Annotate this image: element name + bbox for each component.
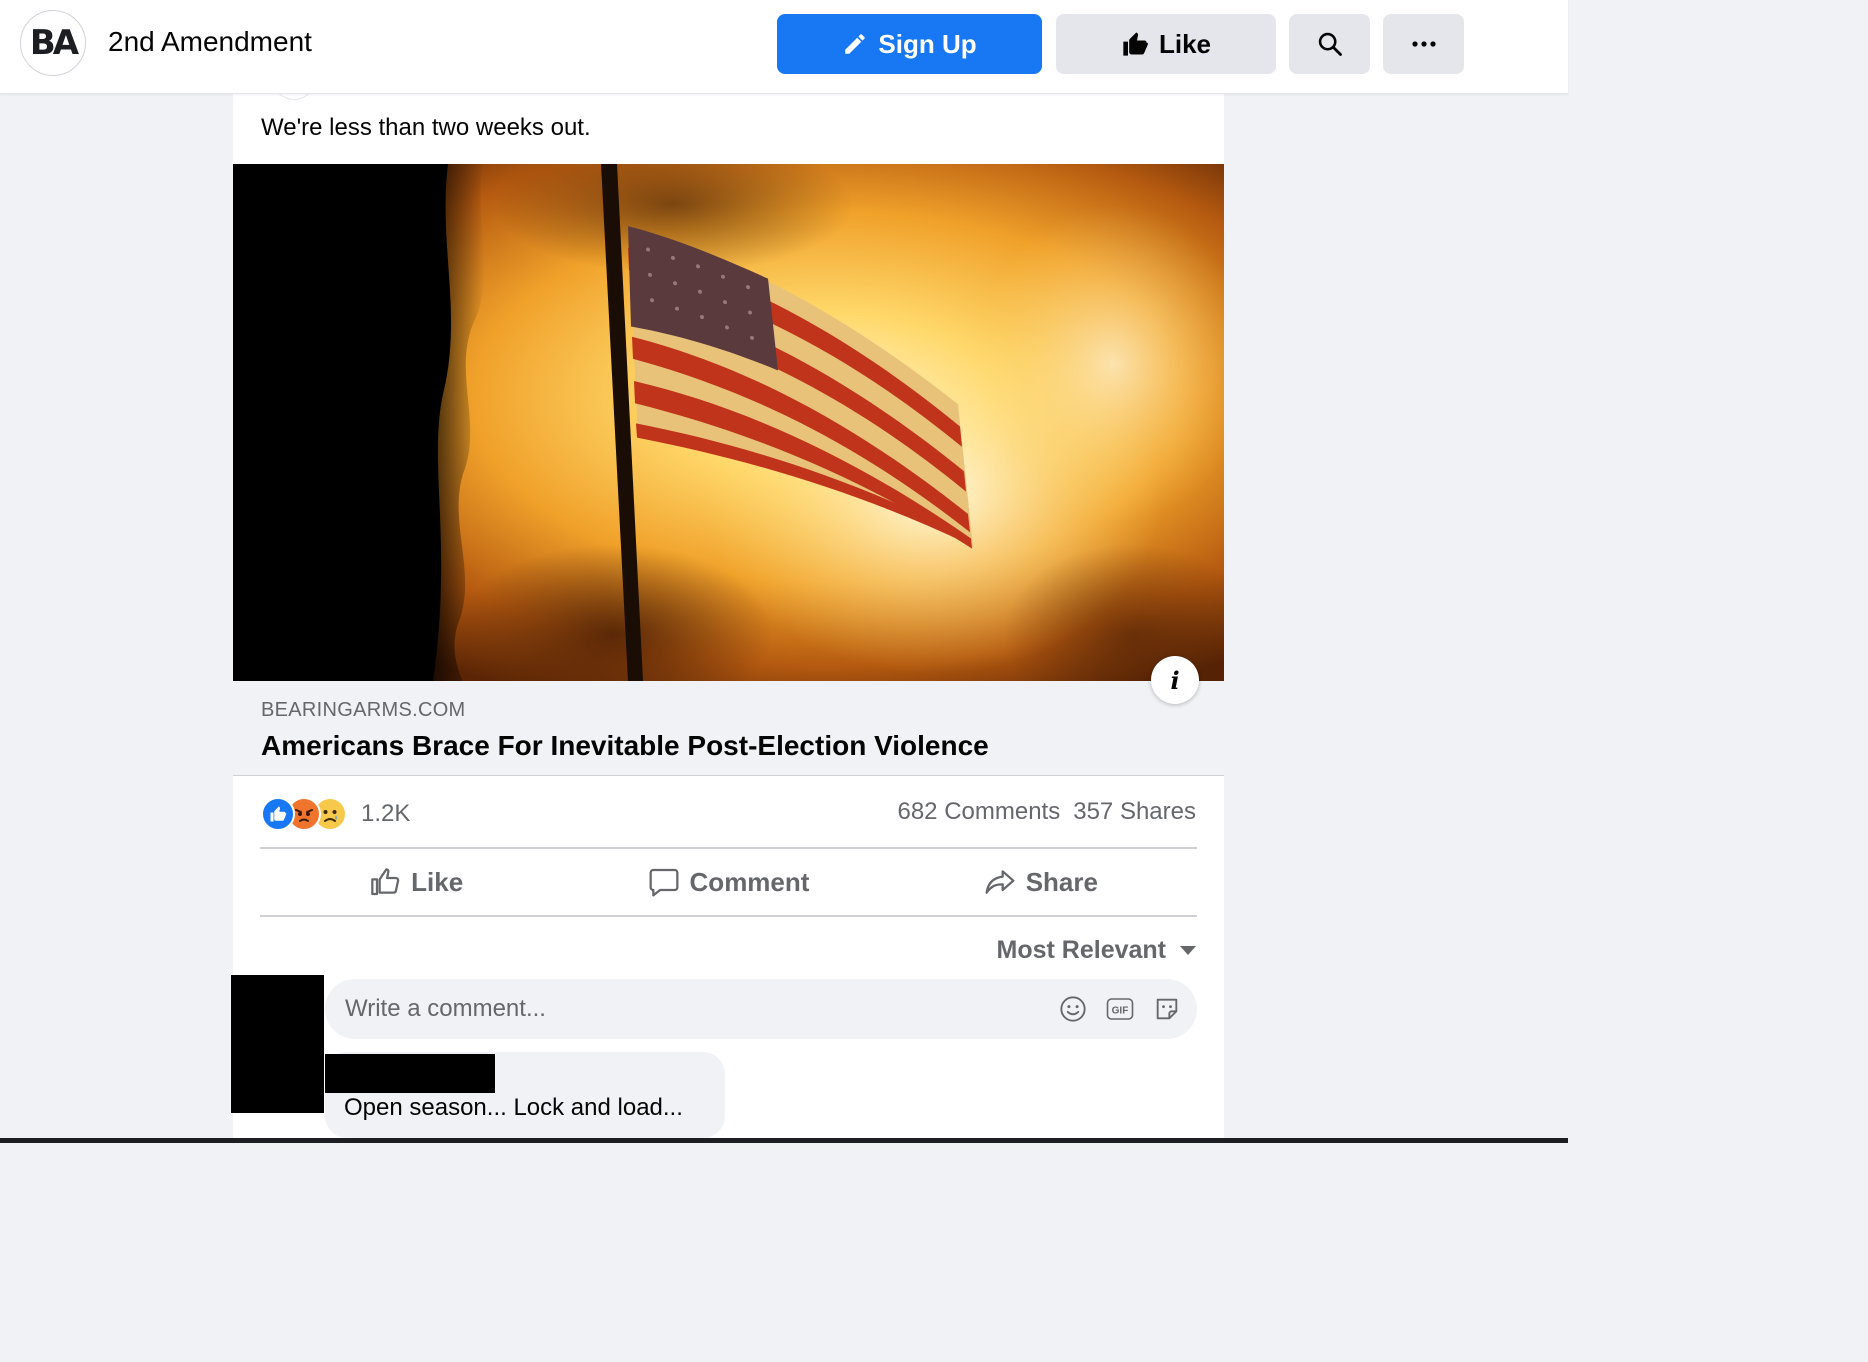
post-card: We're less than two weeks out. i BEARING… <box>231 94 1224 1143</box>
redacted-avatar <box>231 975 324 1113</box>
link-domain: BEARINGARMS.COM <box>261 699 466 721</box>
comment-sort-dropdown[interactable]: Most Relevant <box>997 936 1196 965</box>
more-dots-icon <box>1411 40 1437 48</box>
comments-count[interactable]: 682 Comments <box>897 798 1060 826</box>
post-text: We're less than two weeks out. <box>261 114 591 141</box>
page-header: BA 2nd Amendment Sign Up Like <box>0 0 1568 94</box>
like-reaction-icon <box>261 797 295 831</box>
reaction-count[interactable]: 1.2K <box>361 800 410 828</box>
comment-text: Open season... Lock and load... <box>344 1094 683 1121</box>
comment-action-label: Comment <box>689 866 810 897</box>
sticker-icon[interactable] <box>1152 994 1182 1024</box>
post-actions: Like Comment Share <box>260 849 1197 915</box>
share-action-button[interactable]: Share <box>885 849 1197 915</box>
comment-input[interactable] <box>345 979 1025 1039</box>
post-image[interactable] <box>233 164 1224 681</box>
emoji-icon[interactable] <box>1058 994 1088 1024</box>
more-options-button[interactable] <box>1383 14 1464 74</box>
comment-bubble-icon <box>648 866 680 898</box>
engagement-counts: 682 Comments 357 Shares <box>897 798 1196 826</box>
svg-text:GIF: GIF <box>1112 1006 1129 1017</box>
thumbs-up-icon <box>1121 30 1149 58</box>
thumbs-up-outline-icon <box>369 866 401 898</box>
like-page-label: Like <box>1158 28 1212 59</box>
page-logo: BA <box>29 23 79 63</box>
gif-icon[interactable]: GIF <box>1105 994 1135 1024</box>
pencil-icon <box>842 31 868 57</box>
comment-composer: GIF <box>325 979 1197 1039</box>
comment-action-button[interactable]: Comment <box>572 849 884 915</box>
info-button[interactable]: i <box>1151 656 1199 704</box>
like-page-button[interactable]: Like <box>1056 14 1276 74</box>
sort-label: Most Relevant <box>996 936 1166 964</box>
like-action-label: Like <box>411 866 464 897</box>
reactions-summary[interactable]: 1.2K <box>261 794 410 834</box>
search-icon <box>1316 30 1344 58</box>
page-avatar[interactable]: BA <box>20 10 86 76</box>
like-action-button[interactable]: Like <box>260 849 572 915</box>
shares-count[interactable]: 357 Shares <box>1073 798 1196 826</box>
page-name[interactable]: 2nd Amendment <box>108 26 312 58</box>
divider <box>260 915 1197 917</box>
redacted-commenter-name <box>325 1054 495 1093</box>
caret-down-icon <box>1180 946 1196 955</box>
info-icon: i <box>1170 665 1180 695</box>
sign-up-button[interactable]: Sign Up <box>777 14 1042 74</box>
search-button[interactable] <box>1289 14 1370 74</box>
share-arrow-icon <box>984 866 1016 898</box>
link-preview[interactable]: BEARINGARMS.COM Americans Brace For Inev… <box>233 681 1224 776</box>
link-title[interactable]: Americans Brace For Inevitable Post-Elec… <box>261 730 989 762</box>
sign-up-label: Sign Up <box>878 28 977 59</box>
window-bottom-edge <box>0 1138 1568 1143</box>
share-action-label: Share <box>1025 866 1098 897</box>
